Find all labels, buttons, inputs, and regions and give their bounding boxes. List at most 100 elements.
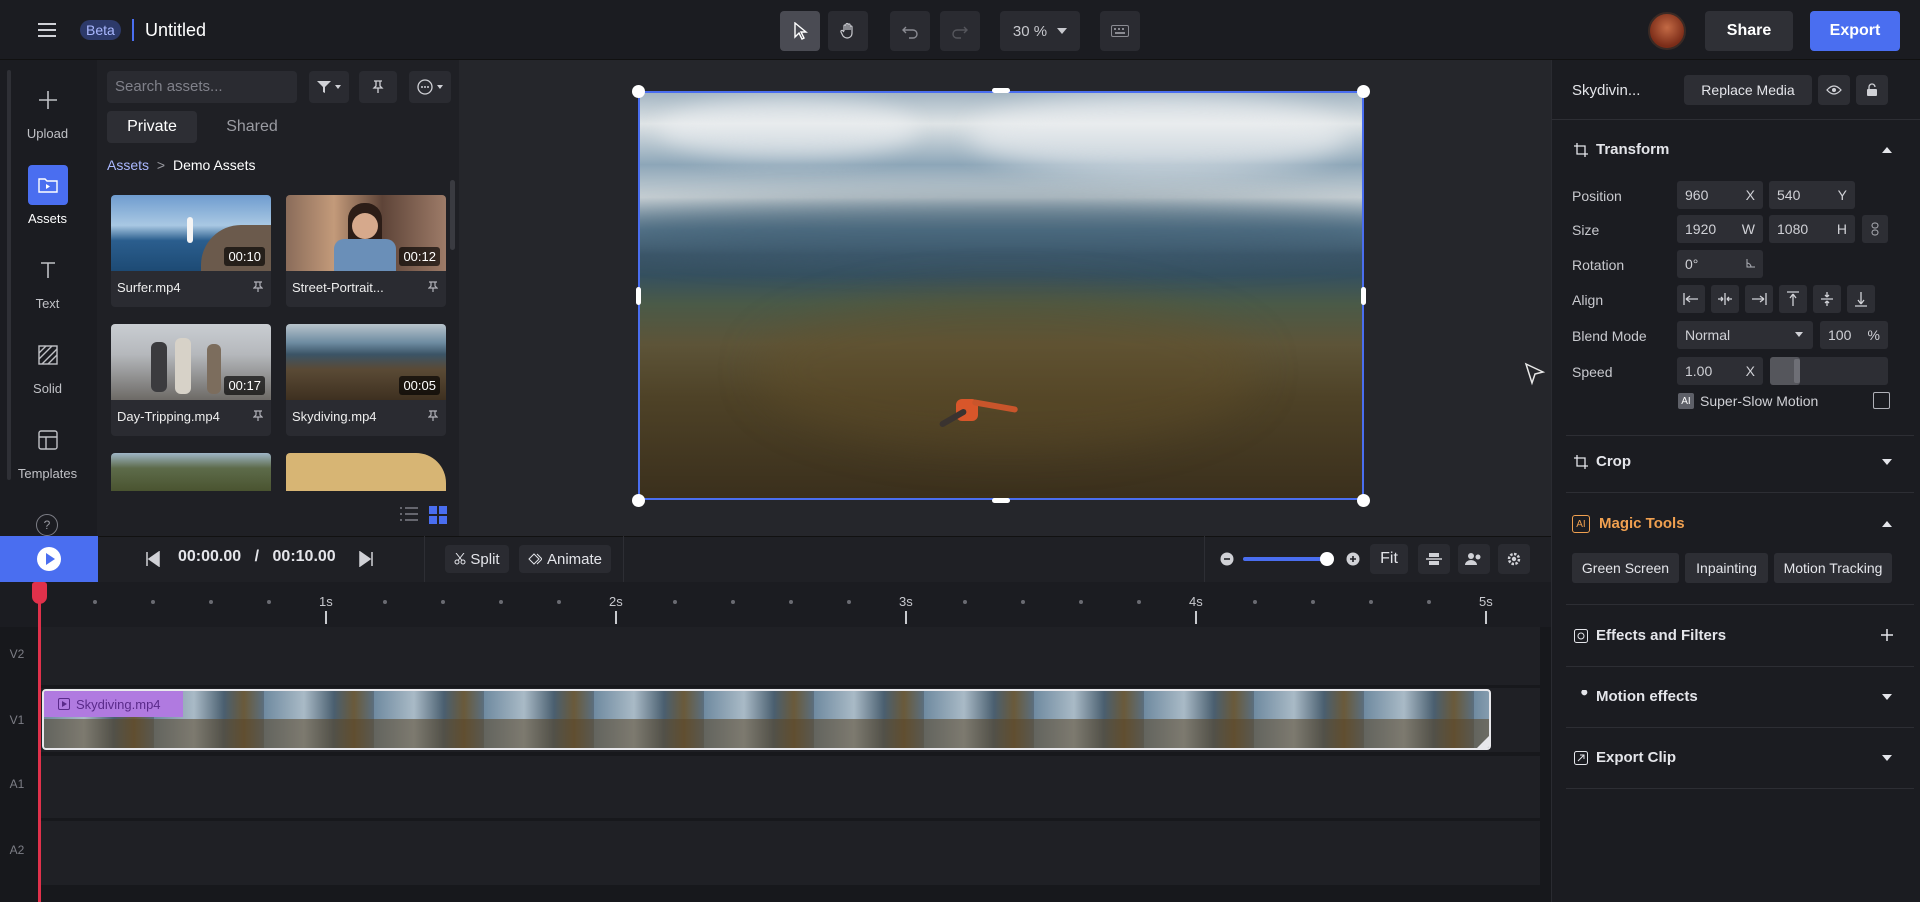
resize-handle-left[interactable] (636, 287, 641, 305)
snap-button[interactable] (1418, 544, 1450, 574)
align-left-icon[interactable] (1677, 285, 1705, 313)
help-icon[interactable]: ? (36, 514, 58, 536)
zoom-out-icon[interactable] (1220, 552, 1234, 566)
play-button[interactable] (0, 536, 98, 582)
undo-button[interactable] (890, 11, 930, 51)
resize-handle-top[interactable] (992, 88, 1010, 93)
rail-templates[interactable]: Templates (0, 420, 95, 481)
animate-button[interactable]: Animate (519, 545, 611, 573)
split-button[interactable]: Split (445, 545, 509, 573)
search-assets-input[interactable]: Search assets... (107, 71, 297, 103)
track-a1[interactable] (38, 756, 1540, 818)
playhead[interactable] (38, 582, 41, 902)
assets-scrollbar[interactable] (450, 180, 455, 250)
timeline-settings-button[interactable] (1498, 544, 1530, 574)
asset-card-skydiving[interactable]: 00:05 Skydiving.mp4 (286, 324, 446, 436)
green-screen-button[interactable]: Green Screen (1572, 553, 1679, 583)
share-button[interactable]: Share (1705, 11, 1793, 51)
speed-input[interactable]: 1.00 X (1677, 357, 1763, 385)
track-a2[interactable] (38, 821, 1540, 885)
opacity-input[interactable]: 100% (1820, 321, 1888, 349)
aspect-lock-button[interactable] (1862, 215, 1888, 243)
project-title[interactable]: Untitled (145, 20, 206, 41)
rail-assets[interactable]: Assets (0, 165, 95, 226)
magic-tools-title[interactable]: Magic Tools (1599, 515, 1685, 532)
skip-end-icon[interactable] (358, 551, 374, 567)
chevron-up-icon[interactable] (1882, 521, 1892, 527)
more-options-button[interactable] (409, 71, 451, 103)
skip-start-icon[interactable] (145, 551, 161, 567)
resize-handle-tl[interactable] (632, 85, 645, 98)
zoom-in-icon[interactable] (1346, 552, 1360, 566)
asset-card-day-tripping[interactable]: 00:17 Day-Tripping.mp4 (111, 324, 271, 436)
hamburger-menu-icon[interactable] (34, 18, 62, 42)
selection-box[interactable] (638, 91, 1364, 500)
speed-slider[interactable] (1770, 357, 1888, 385)
zoom-slider[interactable] (1243, 557, 1327, 561)
asset-card-street-portrait[interactable]: 00:12 Street-Portrait... (286, 195, 446, 307)
align-top-icon[interactable] (1779, 285, 1807, 313)
hand-tool-button[interactable] (828, 11, 868, 51)
rotation-input[interactable]: 0° (1677, 250, 1763, 278)
keyboard-shortcuts-button[interactable] (1100, 11, 1140, 51)
chevron-down-icon[interactable] (1882, 755, 1892, 761)
crop-title[interactable]: Crop (1596, 453, 1631, 470)
rail-solid[interactable]: Solid (0, 335, 95, 396)
align-bottom-icon[interactable] (1847, 285, 1875, 313)
zoom-slider-thumb[interactable] (1320, 552, 1334, 566)
asset-card-cliff[interactable] (111, 453, 271, 491)
transform-title[interactable]: Transform (1596, 141, 1669, 158)
zoom-select[interactable]: 30 % (1000, 11, 1080, 51)
tab-shared[interactable]: Shared (207, 111, 297, 143)
align-right-icon[interactable] (1745, 285, 1773, 313)
list-view-icon[interactable] (399, 504, 419, 524)
super-slow-motion-checkbox[interactable] (1873, 392, 1890, 409)
resize-handle-right[interactable] (1361, 287, 1366, 305)
chevron-up-icon[interactable] (1882, 147, 1892, 153)
redo-button[interactable] (940, 11, 980, 51)
asset-card-surfer[interactable]: 00:10 Surfer.mp4 (111, 195, 271, 307)
plus-icon[interactable] (1881, 629, 1893, 641)
clip-resize-corner[interactable] (1477, 736, 1489, 748)
size-width-input[interactable]: 1920 W (1677, 215, 1763, 243)
tab-private[interactable]: Private (107, 111, 197, 143)
position-x-input[interactable]: 960 X (1677, 181, 1763, 209)
breadcrumb-root[interactable]: Assets (107, 157, 149, 173)
pin-icon[interactable] (428, 281, 438, 293)
collaborators-button[interactable] (1458, 544, 1490, 574)
position-y-input[interactable]: 540 Y (1769, 181, 1855, 209)
video-clip[interactable]: Skydiving.mp4 (42, 689, 1491, 750)
resize-handle-br[interactable] (1357, 494, 1370, 507)
resize-handle-tr[interactable] (1357, 85, 1370, 98)
rail-text[interactable]: Text (0, 250, 95, 311)
fit-button[interactable]: Fit (1370, 544, 1408, 574)
inpainting-button[interactable]: Inpainting (1685, 553, 1768, 583)
effects-filters-title[interactable]: Effects and Filters (1596, 627, 1726, 644)
speed-slider-thumb[interactable] (1794, 359, 1800, 383)
user-avatar[interactable] (1648, 12, 1686, 50)
playhead-handle[interactable] (32, 582, 47, 604)
resize-handle-bl[interactable] (632, 494, 645, 507)
filter-button[interactable] (309, 71, 349, 103)
resize-handle-bottom[interactable] (992, 498, 1010, 503)
select-tool-button[interactable] (780, 11, 820, 51)
size-height-input[interactable]: 1080 H (1769, 215, 1855, 243)
align-center-h-icon[interactable] (1711, 285, 1739, 313)
chevron-down-icon[interactable] (1882, 694, 1892, 700)
export-button[interactable]: Export (1810, 11, 1900, 51)
chevron-down-icon[interactable] (1882, 459, 1892, 465)
grid-view-icon[interactable] (427, 504, 449, 526)
pin-filter-button[interactable] (359, 71, 397, 103)
track-v2[interactable] (38, 627, 1540, 685)
replace-media-button[interactable]: Replace Media (1684, 75, 1812, 105)
pin-icon[interactable] (253, 410, 263, 422)
rail-upload[interactable]: Upload (0, 80, 95, 141)
timeline-ruler[interactable]: 1s 2s 3s 4s 5s (0, 582, 1551, 627)
motion-effects-title[interactable]: Motion effects (1596, 688, 1698, 705)
motion-tracking-button[interactable]: Motion Tracking (1774, 553, 1892, 583)
pin-icon[interactable] (428, 410, 438, 422)
export-clip-title[interactable]: Export Clip (1596, 749, 1676, 766)
align-center-v-icon[interactable] (1813, 285, 1841, 313)
pin-icon[interactable] (253, 281, 263, 293)
blend-mode-select[interactable]: Normal (1677, 321, 1813, 349)
